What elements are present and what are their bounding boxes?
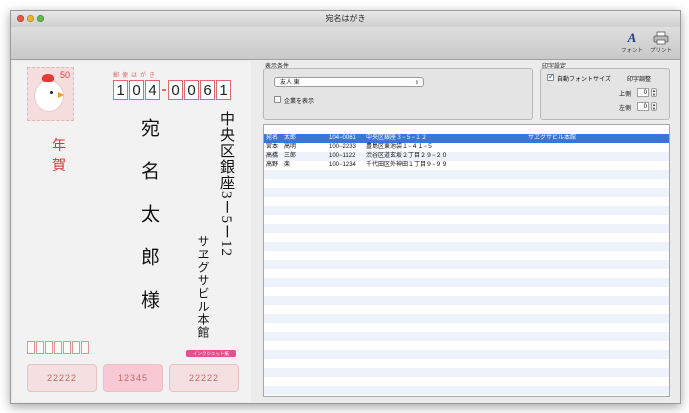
nenga-char: 賀 — [52, 159, 66, 174]
table-row[interactable]: 高橋 三郎 100−1122 渋谷区道玄坂２丁目２９−２０ — [264, 152, 669, 161]
stamp-value: 50 — [59, 70, 70, 80]
sender-postal-box — [45, 341, 53, 354]
group-select[interactable]: 友人 東 ⇕ — [274, 77, 424, 87]
postal-separator — [162, 89, 166, 91]
top-offset-stepper[interactable]: ▲ ▼ — [651, 88, 657, 97]
postcard-heading: 郵便はがき — [113, 73, 159, 79]
address-list-table[interactable]: 宛名 太郎 104−0061 中央区銀座３−５−１２ サヱグサビル本館 宮本 高… — [263, 124, 670, 397]
postcard-preview: 50 郵便はがき 1 0 4 0 0 6 1 年 賀 宛名太郎様 中央区銀座3ー… — [13, 61, 251, 402]
lottery-number: 12345 — [103, 364, 163, 392]
sender-postal-box — [72, 341, 80, 354]
print-button[interactable]: プリント — [647, 31, 675, 55]
row-zip: 104−0061 — [329, 135, 356, 141]
recipient-company: サヱグサビル本館 — [196, 235, 210, 339]
toolbar: A フォント プリント — [11, 27, 680, 60]
inkjet-badge: インクジェット紙 — [186, 350, 236, 357]
table-row[interactable]: 宛名 太郎 104−0061 中央区銀座３−５−１２ サヱグサビル本館 — [264, 134, 669, 143]
chicken-eye-icon — [50, 91, 53, 94]
font-button[interactable]: A フォント — [618, 31, 646, 55]
sender-postal-box — [54, 341, 62, 354]
chicken-comb-icon — [42, 74, 54, 82]
show-company-checkbox[interactable] — [274, 96, 281, 103]
postal-digit: 0 — [168, 80, 183, 100]
app-window: 宛名はがき A フォント プリント 50 郵便はがき 1 0 4 0 0 6 1… — [10, 10, 681, 404]
postal-digit: 1 — [113, 80, 128, 100]
sender-postal-box — [27, 341, 35, 354]
select-arrows-icon: ⇕ — [414, 80, 419, 86]
postage-stamp: 50 — [27, 67, 74, 121]
row-zip: 100−1122 — [329, 153, 356, 159]
title-bar: 宛名はがき — [11, 11, 680, 28]
lottery-number: 22222 — [169, 364, 239, 392]
row-address: 千代田区外神田１丁目９−９９ — [366, 162, 448, 168]
left-offset-stepper[interactable]: ▲ ▼ — [651, 102, 657, 111]
show-company-label: 企業を表示 — [284, 99, 315, 105]
font-button-label: フォント — [620, 48, 643, 54]
postal-digit: 1 — [216, 80, 231, 100]
row-name: 高橋 三郎 — [266, 153, 297, 159]
postal-digit: 0 — [129, 80, 144, 100]
sender-postal-box — [63, 341, 71, 354]
print-adjust-label: 印字調整 — [627, 77, 652, 83]
recipient-name: 宛名太郎様 — [138, 118, 159, 333]
nenga-char: 年 — [52, 139, 66, 154]
group-select-value: 友人 東 — [280, 80, 300, 86]
row-zip: 100−2233 — [329, 144, 356, 150]
chicken-beak-icon — [58, 92, 64, 98]
recipient-address: 中央区銀座3ー5ー12 — [218, 111, 234, 257]
table-row[interactable]: 高野 楽 100−1234 千代田区外神田１丁目９−９９ — [264, 161, 669, 170]
postal-digit: 4 — [145, 80, 160, 100]
postal-digit: 6 — [200, 80, 215, 100]
row-address: 豊島区東池袋１−４１−５ — [366, 144, 434, 150]
sender-postal-box — [81, 341, 89, 354]
row-address: 渋谷区道玄坂２丁目２９−２０ — [366, 153, 448, 159]
window-title: 宛名はがき — [325, 14, 366, 23]
row-name: 宛名 太郎 — [266, 135, 297, 141]
lottery-number: 22222 — [27, 364, 97, 392]
postal-code-boxes: 1 0 4 0 0 6 1 — [113, 80, 232, 100]
nenga-mark: 年 賀 — [49, 137, 69, 177]
printer-icon — [647, 31, 675, 45]
sender-postal-box — [36, 341, 44, 354]
sender-postal-boxes — [27, 341, 90, 354]
row-zip: 100−1234 — [329, 162, 356, 168]
left-offset-label: 左側 — [619, 106, 632, 112]
top-offset-label: 上側 — [619, 92, 632, 98]
row-name: 宮本 高明 — [266, 144, 297, 150]
postal-digit: 0 — [184, 80, 199, 100]
row-name: 高野 楽 — [266, 162, 291, 168]
display-conditions-panel: 友人 東 ⇕ 企業を表示 — [263, 68, 533, 120]
row-company: サヱグサビル本館 — [528, 135, 577, 141]
auto-font-size-label: 自動フォントサイズ — [557, 77, 611, 83]
table-row[interactable]: 宮本 高明 100−2233 豊島区東池袋１−４１−５ — [264, 143, 669, 152]
print-button-label: プリント — [649, 48, 672, 54]
left-offset-field[interactable]: 0 — [637, 102, 649, 111]
font-icon: A — [627, 30, 637, 45]
auto-font-size-checkbox[interactable] — [547, 72, 555, 81]
top-offset-field[interactable]: 0 — [637, 88, 649, 97]
row-address: 中央区銀座３−５−１２ — [366, 135, 428, 141]
print-settings-panel: 自動フォントサイズ 印字調整 上側 0 ▲▼ 左側 0 ▲▼ — [540, 68, 670, 120]
